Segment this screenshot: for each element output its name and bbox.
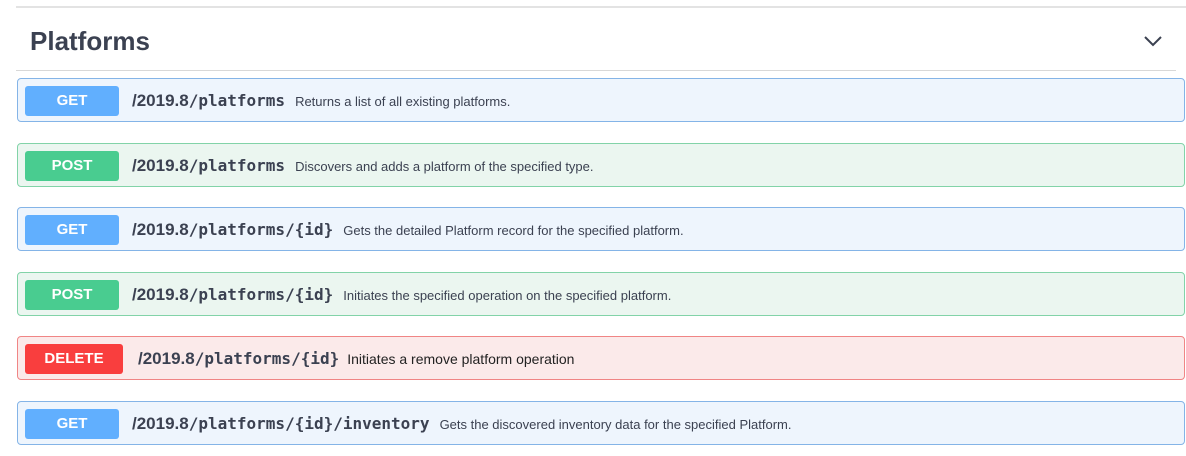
path-version: /2019.8	[132, 220, 189, 240]
method-badge: POST	[25, 279, 119, 310]
operation-description: Gets the detailed Platform record for th…	[343, 223, 684, 239]
operation-get-platform-by-id[interactable]: GET /2019.8/platforms/{id} Gets the detai…	[17, 207, 1185, 252]
operation-post-platforms[interactable]: POST /2019.8/platforms Discovers and adds…	[17, 142, 1185, 187]
api-docs-page: Platforms GET /2019.8/platforms Returns a…	[0, 0, 1186, 456]
operation-description: Gets the discovered inventory data for t…	[439, 416, 792, 432]
method-badge: DELETE	[25, 344, 123, 375]
operation-path: /2019.8/platforms/{id} Initiates a remove…	[138, 349, 574, 369]
operation-path: /2019.8/platforms/{id} Initiates the spec…	[132, 285, 671, 305]
path-route: /platforms/{id}	[188, 284, 334, 304]
path-version: /2019.8	[132, 413, 189, 433]
path-route: /platforms/{id}	[194, 349, 340, 369]
path-route: /platforms/{id}	[188, 220, 334, 240]
operation-description: Returns a list of all existing platforms…	[295, 94, 511, 109]
operation-get-platform-inventory[interactable]: GET /2019.8/platforms/{id}/inventory Gets…	[17, 400, 1185, 445]
path-version: /2019.8	[138, 349, 195, 369]
path-version: /2019.8	[132, 284, 189, 304]
operation-path: /2019.8/platforms Discovers and adds a pl…	[132, 156, 594, 176]
operation-path: /2019.8/platforms/{id}/inventory Gets the…	[132, 414, 791, 434]
method-badge: GET	[25, 86, 119, 116]
method-badge: GET	[25, 408, 119, 439]
chevron-down-icon[interactable]	[1142, 30, 1164, 52]
path-route: /platforms/{id}/inventory	[188, 413, 430, 433]
section-header[interactable]: Platforms	[16, 18, 1176, 71]
operation-description: Initiates the specified operation on the…	[343, 287, 672, 303]
operation-get-platforms[interactable]: GET /2019.8/platforms Returns a list of a…	[17, 78, 1185, 122]
path-version: /2019.8	[132, 155, 189, 175]
operation-post-platform-by-id[interactable]: POST /2019.8/platforms/{id} Initiates the…	[17, 271, 1185, 316]
method-badge: POST	[25, 150, 119, 181]
operation-description: Discovers and adds a platform of the spe…	[295, 158, 594, 174]
section-title: Platforms	[30, 26, 150, 56]
operation-delete-platform-by-id[interactable]: DELETE /2019.8/platforms/{id} Initiates a…	[17, 336, 1185, 381]
operations-list: GET /2019.8/platforms Returns a list of a…	[17, 78, 1185, 456]
path-route: /platforms	[188, 155, 286, 175]
operation-description: Initiates a remove platform operation	[347, 351, 575, 368]
path-route: /platforms	[188, 91, 286, 110]
top-divider	[16, 6, 1186, 8]
operation-path: /2019.8/platforms/{id} Gets the detailed …	[132, 220, 684, 240]
path-version: /2019.8	[132, 91, 189, 110]
operation-path: /2019.8/platforms Returns a list of all e…	[132, 91, 510, 111]
method-badge: GET	[25, 215, 119, 246]
